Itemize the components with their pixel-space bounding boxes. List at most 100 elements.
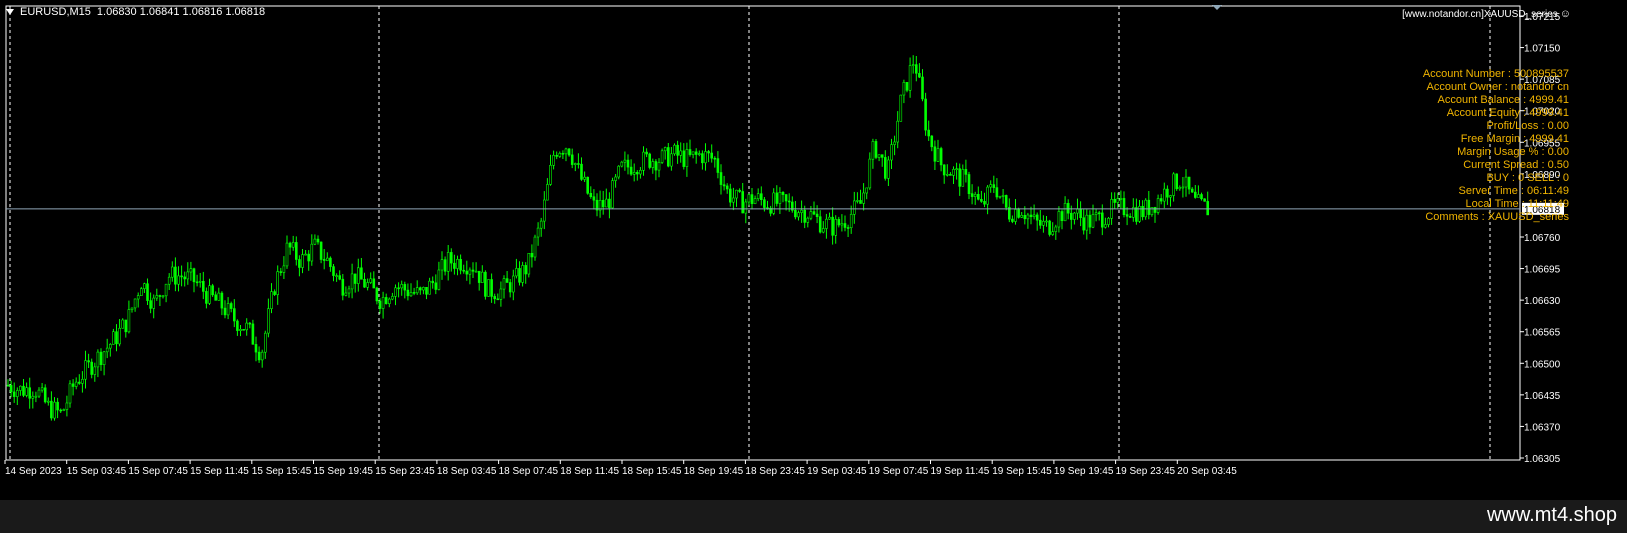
candle-body xyxy=(759,193,763,200)
candle-body xyxy=(1166,188,1169,198)
candle-body xyxy=(524,265,528,275)
candle-body xyxy=(434,282,438,290)
candle-body xyxy=(949,174,952,176)
candle-body xyxy=(511,275,515,293)
candle-body xyxy=(1085,214,1089,231)
candle-body xyxy=(604,198,608,208)
expert-advisor-label[interactable]: [www.notandor.cn]XAUUSD_series ☺ xyxy=(1402,8,1571,20)
candle-body xyxy=(846,227,850,229)
candle-body xyxy=(1128,216,1132,218)
info-line: Current Spread : 0.50 xyxy=(1463,159,1569,171)
candle-body xyxy=(518,268,521,283)
candle-body xyxy=(412,292,416,294)
candle-body xyxy=(298,259,301,268)
candle-body xyxy=(1001,195,1005,197)
candle-body xyxy=(812,211,816,215)
candle-body xyxy=(372,278,376,289)
candle-body xyxy=(174,266,177,285)
candle-body xyxy=(530,253,534,258)
candle-body xyxy=(713,157,717,160)
candle-body xyxy=(409,292,413,297)
candle-body xyxy=(335,275,338,277)
candle-body xyxy=(942,164,946,176)
candle-body xyxy=(939,148,943,166)
candle-body xyxy=(121,319,124,329)
candle-body xyxy=(716,158,720,173)
info-line: Account Equity : 4999.41 xyxy=(1446,107,1569,119)
candle-body xyxy=(1194,191,1197,198)
candle-body xyxy=(955,168,958,170)
candle-body xyxy=(676,144,679,156)
candle-body xyxy=(462,269,466,272)
candle-body xyxy=(601,200,605,208)
x-tick-label: 18 Sep 15:45 xyxy=(622,466,682,477)
candle-body xyxy=(391,296,394,300)
candle-body xyxy=(648,153,652,168)
candle-body xyxy=(208,285,211,304)
candle-body xyxy=(375,287,379,302)
candle-body xyxy=(1082,217,1085,231)
candle-body xyxy=(592,196,596,201)
candle-body xyxy=(322,259,326,261)
candle-body xyxy=(973,194,977,198)
info-line: Server Time : 06:11:49 xyxy=(1458,185,1569,197)
candle-body xyxy=(211,285,214,296)
candle-body xyxy=(521,265,524,283)
candle-body xyxy=(821,228,825,233)
candle-body xyxy=(186,271,190,280)
candle-body xyxy=(403,284,407,291)
candle-body xyxy=(918,73,921,78)
candle-body xyxy=(493,296,497,300)
candle-body xyxy=(233,308,236,322)
candle-body xyxy=(697,153,701,155)
candle-body xyxy=(1042,221,1045,226)
candle-body xyxy=(508,282,512,293)
candle-body xyxy=(487,279,490,297)
candle-body xyxy=(958,168,962,187)
candle-body xyxy=(719,172,723,185)
candle-body xyxy=(171,266,174,278)
info-line: Comments : XAUUSD_series xyxy=(1425,211,1569,223)
candle-body xyxy=(1190,188,1194,193)
candle-body xyxy=(130,307,134,311)
x-tick-label: 19 Sep 03:45 xyxy=(807,466,867,477)
candle-body xyxy=(164,283,168,297)
shift-marker-icon xyxy=(1212,5,1222,10)
candle-body xyxy=(818,216,822,233)
price-chart[interactable]: 1.072151.071501.070851.070201.069551.068… xyxy=(0,0,1627,500)
candle-body xyxy=(366,282,369,288)
x-tick-label: 18 Sep 07:45 xyxy=(499,466,559,477)
x-tick-label: 19 Sep 15:45 xyxy=(992,466,1052,477)
candle-body xyxy=(189,268,193,273)
candle-body xyxy=(834,219,838,236)
candle-body xyxy=(589,193,593,198)
info-line: Account Balance : 4999.41 xyxy=(1437,94,1569,106)
candle-body xyxy=(1187,176,1191,190)
candle-body xyxy=(496,298,500,301)
candle-body xyxy=(694,151,698,155)
x-tick-label: 15 Sep 07:45 xyxy=(128,466,188,477)
candle-body xyxy=(626,159,630,168)
candle-body xyxy=(307,253,311,262)
candle-body xyxy=(25,387,28,396)
candle-body xyxy=(263,332,267,353)
candle-body xyxy=(1057,211,1061,228)
candle-body xyxy=(880,154,884,158)
candle-body xyxy=(995,187,999,198)
candle-body xyxy=(679,150,683,156)
candle-body xyxy=(673,144,676,155)
candle-body xyxy=(381,297,385,309)
x-tick-label: 19 Sep 19:45 xyxy=(1054,466,1114,477)
candle-body xyxy=(180,275,183,278)
candle-body xyxy=(397,287,400,290)
chart-window[interactable]: 1.07215 1.07150 1.07085 1.07020 1.06955 1.068… xyxy=(0,0,1627,500)
candle-body xyxy=(332,266,335,276)
candle-body xyxy=(276,271,280,295)
candle-body xyxy=(1014,209,1017,222)
candle-body xyxy=(301,254,304,268)
candle-body xyxy=(1119,198,1123,200)
candle-body xyxy=(611,180,614,209)
dropdown-triangle-icon[interactable] xyxy=(6,9,14,15)
candle-body xyxy=(242,328,245,331)
candle-body xyxy=(344,292,348,296)
